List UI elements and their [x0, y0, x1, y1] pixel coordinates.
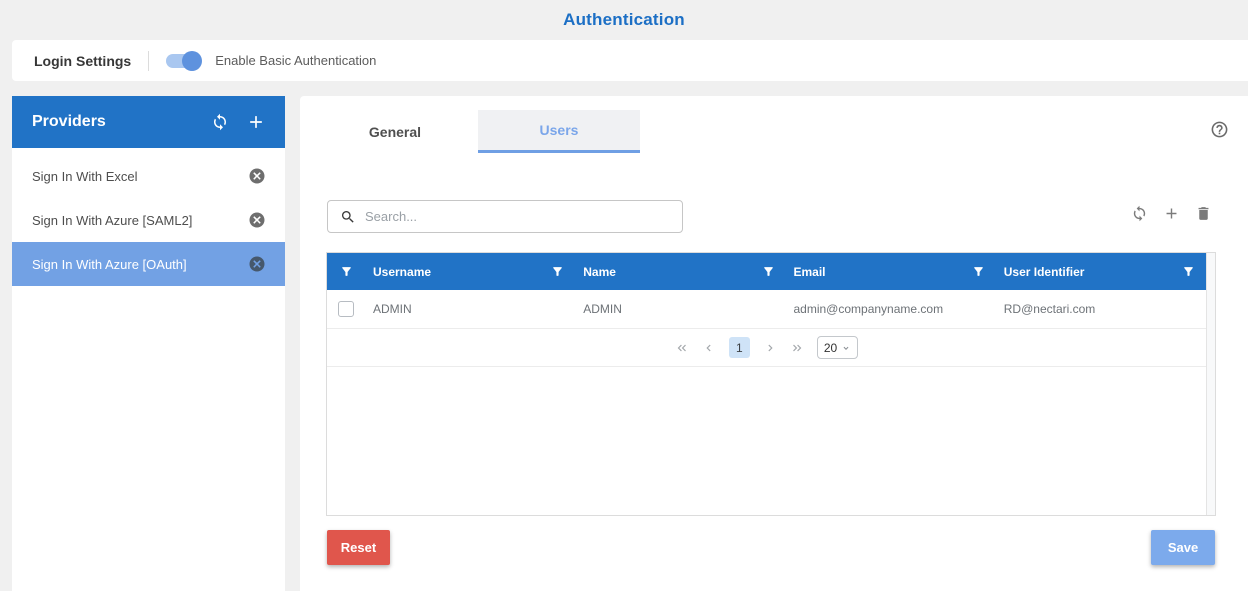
refresh-icon — [211, 113, 229, 131]
filter-icon[interactable] — [551, 265, 564, 278]
header-email: Email — [786, 253, 996, 290]
cell-user-identifier: RD@nectari.com — [996, 302, 1206, 316]
row-checkbox[interactable] — [338, 301, 354, 317]
enable-basic-auth-toggle[interactable] — [166, 54, 199, 68]
reset-button[interactable]: Reset — [327, 530, 390, 565]
divider — [148, 51, 149, 71]
close-circle-icon — [248, 167, 266, 185]
prev-page-button[interactable] — [702, 341, 716, 355]
provider-label: Sign In With Excel — [32, 169, 248, 184]
page-size-value: 20 — [824, 341, 837, 355]
trash-icon — [1195, 205, 1212, 222]
remove-provider-button[interactable] — [248, 167, 266, 185]
header-username: Username — [365, 253, 575, 290]
header-name: Name — [575, 253, 785, 290]
cell-name: ADMIN — [575, 302, 785, 316]
providers-title: Providers — [32, 113, 194, 131]
pagination: 1 20 — [327, 329, 1206, 367]
chevron-left-icon — [702, 341, 716, 355]
search-input[interactable] — [365, 209, 672, 224]
add-provider-button[interactable] — [246, 112, 266, 132]
row-checkbox-cell — [327, 301, 365, 317]
chevron-right-icon — [763, 341, 777, 355]
current-page-button[interactable]: 1 — [729, 337, 750, 358]
search-box — [327, 200, 683, 233]
table-header: Username Name Email User Identifier — [327, 253, 1206, 290]
refresh-icon — [1131, 205, 1148, 222]
provider-label: Sign In With Azure [OAuth] — [32, 257, 248, 272]
cell-email: admin@companyname.com — [786, 302, 996, 316]
column-label: Name — [583, 265, 616, 279]
top-bar: Authentication — [0, 0, 1248, 40]
providers-header: Providers — [12, 96, 285, 148]
filter-icon[interactable] — [972, 265, 985, 278]
provider-item-azure-oauth[interactable]: Sign In With Azure [OAuth] — [12, 242, 285, 286]
page-title: Authentication — [0, 0, 1248, 30]
enable-basic-auth-label: Enable Basic Authentication — [215, 53, 376, 68]
provider-label: Sign In With Azure [SAML2] — [32, 213, 248, 228]
search-icon — [340, 209, 356, 225]
table-row[interactable]: ADMIN ADMIN admin@companyname.com RD@nec… — [327, 290, 1206, 329]
users-toolbar — [1131, 205, 1212, 222]
close-circle-icon — [248, 211, 266, 229]
tab-general[interactable]: General — [314, 110, 476, 153]
double-chevron-left-icon — [675, 341, 689, 355]
provider-detail-panel: General Users — [300, 96, 1248, 591]
users-table-inner: Username Name Email User Identifier — [327, 253, 1207, 515]
authentication-screen: Authentication Login Settings Enable Bas… — [0, 0, 1248, 591]
header-user-identifier: User Identifier — [996, 253, 1206, 290]
tab-users[interactable]: Users — [478, 110, 640, 153]
next-page-button[interactable] — [763, 341, 777, 355]
refresh-users-button[interactable] — [1131, 205, 1148, 222]
filter-icon[interactable] — [762, 265, 775, 278]
last-page-button[interactable] — [790, 341, 804, 355]
provider-item-azure-saml2[interactable]: Sign In With Azure [SAML2] — [12, 198, 285, 242]
remove-provider-button[interactable] — [248, 211, 266, 229]
help-button[interactable] — [1210, 120, 1229, 139]
provider-item-excel[interactable]: Sign In With Excel — [12, 154, 285, 198]
save-button[interactable]: Save — [1151, 530, 1215, 565]
remove-provider-button[interactable] — [248, 255, 266, 273]
table-empty-area — [327, 367, 1206, 515]
close-circle-icon — [248, 255, 266, 273]
login-settings-bar: Login Settings Enable Basic Authenticati… — [12, 40, 1248, 81]
filter-icon[interactable] — [1182, 265, 1195, 278]
plus-icon — [246, 112, 266, 132]
cell-username: ADMIN — [365, 302, 575, 316]
chevron-down-icon — [841, 343, 851, 353]
help-icon — [1210, 120, 1229, 139]
login-settings-label: Login Settings — [34, 53, 131, 69]
column-label: User Identifier — [1004, 265, 1085, 279]
tab-label: General — [369, 124, 421, 140]
double-chevron-right-icon — [790, 341, 804, 355]
plus-icon — [1163, 205, 1180, 222]
column-label: Email — [794, 265, 826, 279]
delete-user-button[interactable] — [1195, 205, 1212, 222]
provider-list: Sign In With Excel Sign In With Azure [S… — [12, 148, 285, 286]
filter-icon[interactable] — [340, 265, 353, 278]
header-checkbox-column — [327, 253, 365, 290]
first-page-button[interactable] — [675, 341, 689, 355]
providers-panel: Providers Sign In With Excel Sign In Wit… — [12, 96, 285, 591]
column-label: Username — [373, 265, 431, 279]
add-user-button[interactable] — [1163, 205, 1180, 222]
users-table: Username Name Email User Identifier — [326, 252, 1216, 516]
tabs: General Users — [314, 110, 640, 153]
page-size-select[interactable]: 20 — [817, 336, 858, 359]
refresh-providers-button[interactable] — [211, 113, 229, 131]
tab-label: Users — [540, 122, 579, 138]
toggle-knob — [182, 51, 202, 71]
